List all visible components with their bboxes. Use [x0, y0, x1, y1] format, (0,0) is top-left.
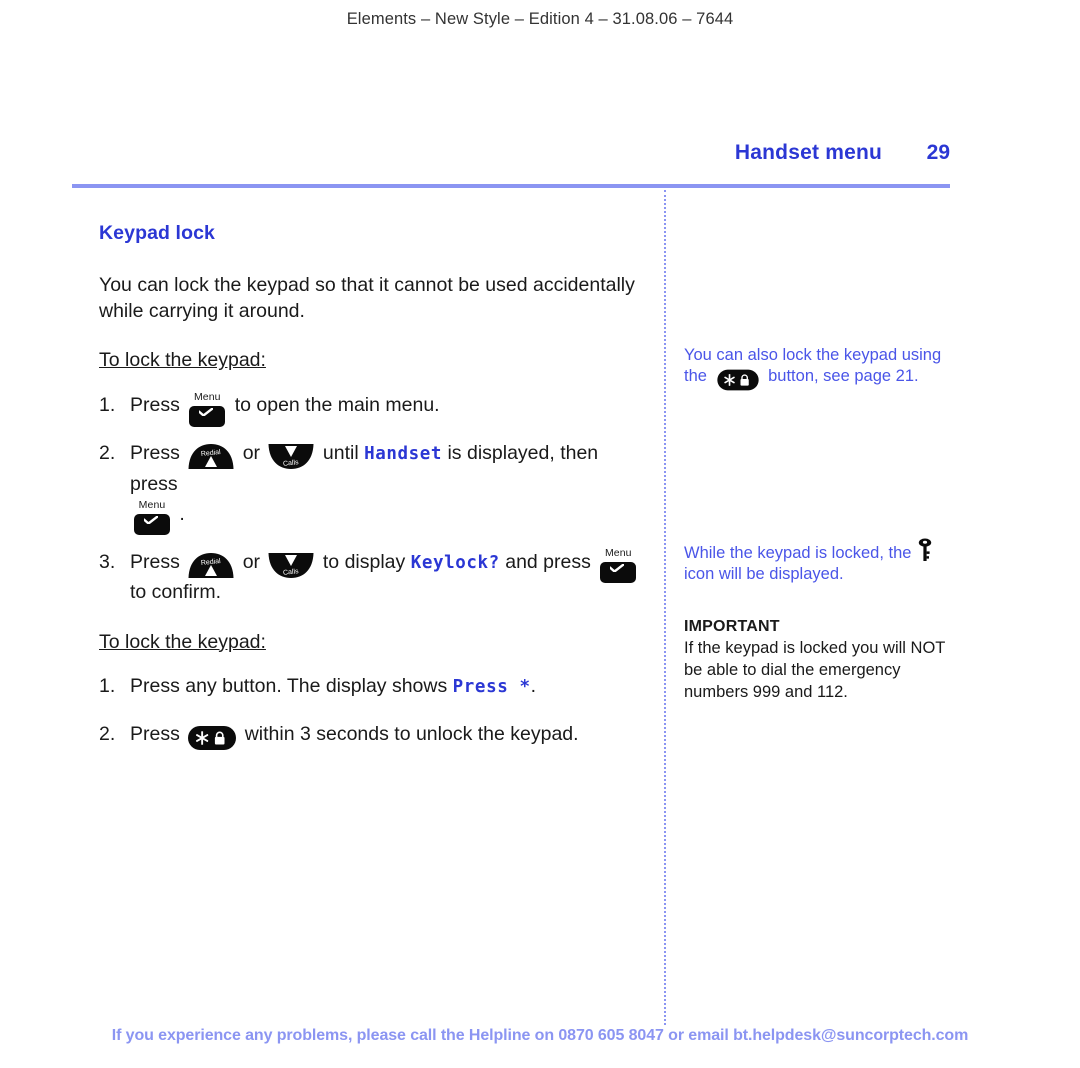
step-number: 1. [99, 394, 116, 417]
star-lock-glyphs [196, 731, 225, 746]
step-text-mid3: and press [505, 551, 591, 574]
step-text-after: to open the main menu. [234, 394, 440, 417]
lcd-display-text: Keylock? [410, 553, 500, 574]
menu-key-label: Menu [193, 390, 221, 403]
star-lock-key-icon [188, 726, 237, 751]
step-text-mid1: or [242, 551, 261, 574]
padlock-icon [740, 374, 749, 386]
header-rule [72, 184, 950, 188]
chapter-title: Handset menu [734, 141, 882, 164]
unlock-steps-list: 1. Press any button. The display shows P… [99, 671, 651, 751]
step-text-after: within 3 seconds to unlock the keypad. [244, 723, 579, 746]
step-text-before: Press [130, 723, 180, 746]
step-number: 2. [99, 442, 116, 465]
page-footer: If you experience any problems, please c… [111, 1027, 969, 1044]
important-text: If the keypad is locked you will NOT be … [684, 638, 946, 701]
important-block: IMPORTANT If the keypad is locked you wi… [684, 616, 950, 703]
redial-up-key-icon: Redial [188, 552, 234, 578]
note-text-part2: icon will be displayed. [684, 565, 844, 584]
step-text-before: Press [130, 551, 180, 574]
star-lock-key-icon [716, 369, 759, 391]
list-item: 2. Press Redial or Calls until Handset i… [99, 438, 651, 536]
check-icon [144, 516, 158, 525]
step-text-before: Press [130, 442, 180, 465]
calls-down-key-icon: Calls [268, 552, 314, 578]
padlock-icon [215, 731, 225, 745]
star-lock-glyphs [723, 373, 749, 386]
asterisk-icon [196, 731, 209, 746]
redial-up-key-icon: Redial [188, 444, 234, 470]
column-divider [664, 190, 666, 1025]
menu-check-key-icon: Menu [599, 547, 637, 584]
note-text-part2: button, see page 21. [768, 367, 919, 386]
step-number: 1. [99, 675, 116, 698]
step-text-mid2: until [322, 442, 359, 465]
lock-steps-list: 1. Press Menu to open the main menu. 2. … [99, 390, 651, 607]
note-text-part1: While the keypad is locked, the [684, 544, 912, 563]
menu-key-label: Menu [138, 499, 166, 512]
sidebar-column: You can also lock the keypad using the b… [684, 345, 950, 704]
step-text-after: . [179, 502, 185, 525]
list-item: 1. Press Menu to open the main menu. [99, 390, 651, 427]
menu-check-key-icon: Menu [133, 499, 171, 536]
unlock-subheading: To lock the keypad: [99, 630, 266, 653]
list-item: 3. Press Redial or Calls to display Keyl… [99, 547, 651, 607]
calls-down-key-icon: Calls [268, 444, 314, 470]
lcd-display-text: Press * [452, 677, 531, 698]
step-text-before: Press any button. The display shows [130, 675, 448, 698]
key-icon [917, 538, 933, 563]
sidebar-note-locked-icon: While the keypad is locked, the icon wil… [684, 538, 950, 585]
step-text-after: to confirm. [130, 581, 222, 604]
sidebar-note-keypad-lock: You can also lock the keypad using the b… [684, 345, 950, 391]
running-head: Elements – New Style – Edition 4 – 31.08… [346, 10, 734, 28]
page-header: Handset menu 29 [72, 141, 950, 165]
list-item: 2. Press within 3 seconds to unlock the … [99, 719, 651, 751]
check-icon [199, 407, 214, 416]
important-title: IMPORTANT [684, 618, 780, 636]
lock-subheading: To lock the keypad: [99, 349, 266, 372]
step-text-before: Press [130, 394, 180, 417]
lcd-display-text: Handset [364, 444, 443, 465]
section-heading: Keypad lock [99, 222, 215, 244]
check-icon [610, 564, 625, 573]
menu-check-key-icon: Menu [188, 390, 226, 428]
step-text-mid1: or [242, 442, 261, 465]
step-number: 2. [99, 723, 116, 746]
list-item: 1. Press any button. The display shows P… [99, 671, 651, 701]
page-number: 29 [926, 141, 950, 164]
step-text-mid2: to display [322, 551, 406, 574]
step-text-after: . [530, 675, 537, 698]
step-number: 3. [99, 551, 116, 574]
asterisk-icon [723, 373, 735, 386]
intro-paragraph: You can lock the keypad so that it canno… [99, 274, 635, 322]
menu-key-label: Menu [604, 547, 632, 560]
main-column: Keypad lock You can lock the keypad so t… [99, 222, 651, 772]
